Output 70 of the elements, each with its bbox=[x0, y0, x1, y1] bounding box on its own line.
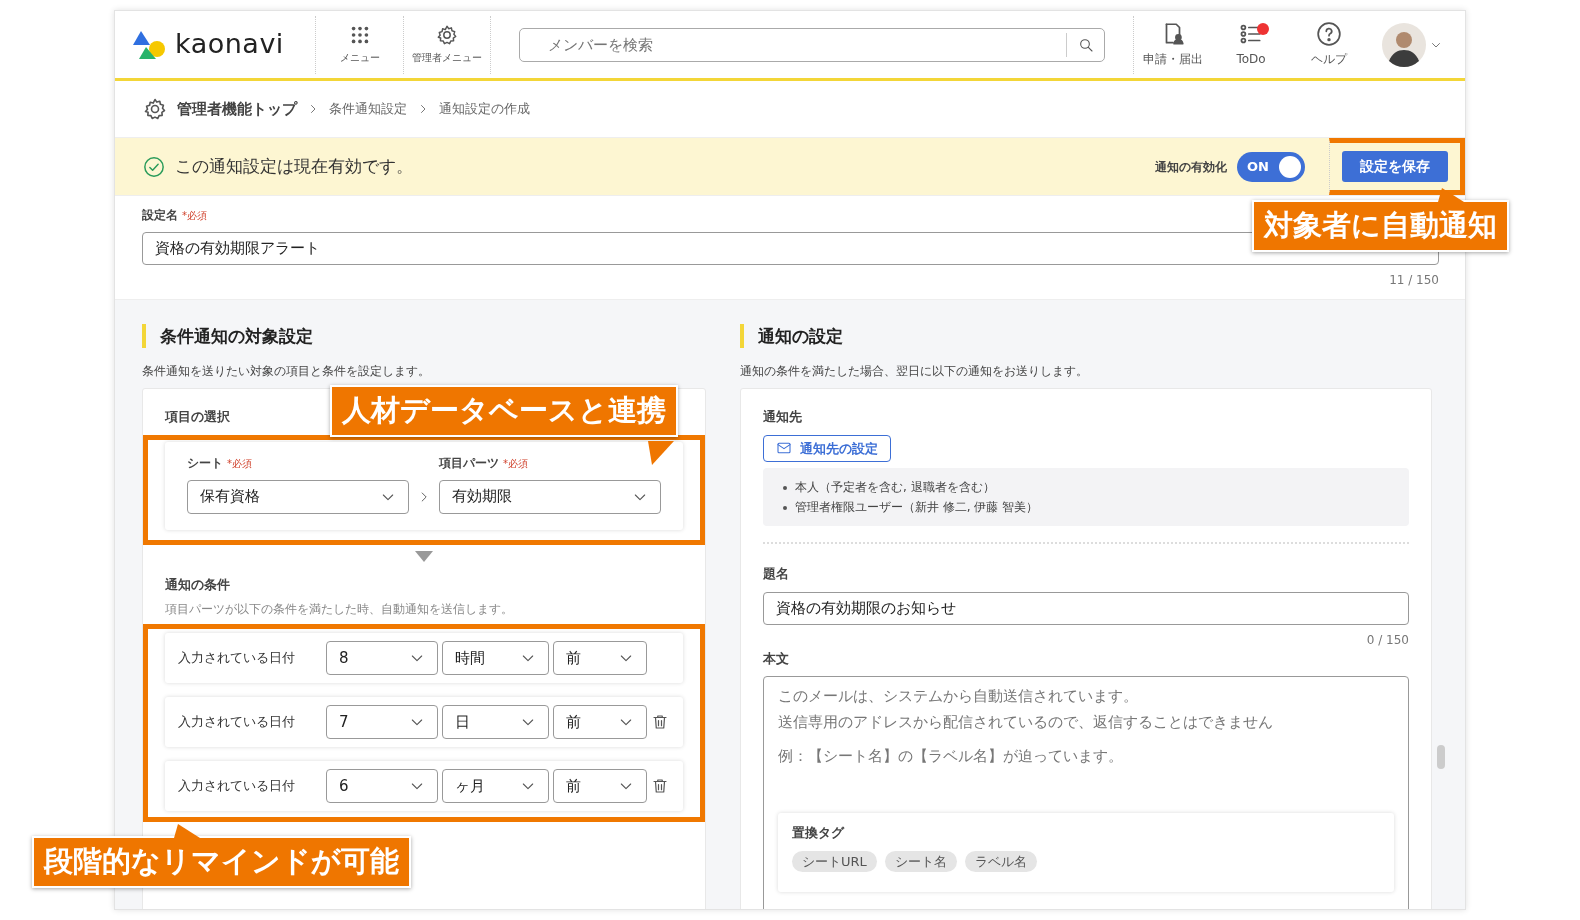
section-description: 通知の条件を満たした場合、翌日に以下の通知をお送りします。 bbox=[740, 363, 1089, 380]
select-field[interactable]: 7 bbox=[326, 705, 438, 739]
nav-button[interactable]: メニュー bbox=[315, 15, 403, 74]
select-field[interactable]: ヶ月 bbox=[442, 769, 549, 803]
field-label: 項目の選択 bbox=[165, 408, 230, 426]
select-field[interactable]: 6 bbox=[326, 769, 438, 803]
nav-button[interactable]: 管理者メニュー bbox=[403, 15, 491, 74]
character-counter: 0 / 150 bbox=[1365, 631, 1409, 649]
tag-chip[interactable]: シート名 bbox=[884, 850, 957, 872]
help-icon bbox=[1316, 21, 1342, 47]
field-label: 題名 bbox=[763, 565, 790, 583]
field-label: 通知先 bbox=[763, 408, 803, 426]
check-circle-icon bbox=[143, 155, 165, 178]
tag-chip[interactable]: シートURL bbox=[792, 850, 877, 872]
bullet-icon bbox=[783, 486, 787, 490]
field-label: 項目パーツ *必須 bbox=[438, 454, 529, 472]
toggle-switch[interactable]: ON bbox=[1237, 151, 1305, 182]
breadcrumb-link[interactable]: 通知設定の作成 bbox=[439, 99, 530, 119]
field-label: 置換タグ bbox=[792, 824, 846, 842]
recipient-item: 管理者権限ユーザー（新井 修二, 伊藤 智美） bbox=[781, 497, 1391, 517]
section-title: 通知の設定 bbox=[740, 324, 1432, 348]
down-triangle-icon bbox=[415, 551, 433, 563]
character-counter: 11 / 150 bbox=[1388, 272, 1439, 289]
trash-icon[interactable] bbox=[651, 713, 669, 731]
gear-icon bbox=[436, 24, 458, 46]
callout-label: 人材データベースと連携 bbox=[330, 385, 678, 437]
condition-label: 入力されている日付 bbox=[178, 649, 296, 668]
field-label: シート *必須 bbox=[187, 454, 253, 472]
select-field[interactable]: 時間 bbox=[442, 641, 549, 675]
select-field[interactable]: 前 bbox=[553, 705, 647, 739]
field-label: 設定名 *必須 bbox=[142, 207, 208, 224]
select-field[interactable]: 前 bbox=[553, 769, 647, 803]
toolbar-button[interactable]: 申請・届出 bbox=[1134, 15, 1212, 74]
field-label: 本文 bbox=[763, 649, 790, 668]
placeholder-text: 送信専用のアドレスから配信されているので、返信することはできません bbox=[778, 712, 1273, 733]
gear-icon bbox=[143, 97, 167, 121]
recipient-item: 本人（予定者を含む, 退職者を含む） bbox=[781, 477, 1391, 497]
field-label: 通知の条件 bbox=[165, 575, 230, 594]
select-field[interactable]: 日 bbox=[442, 705, 549, 739]
input-field[interactable]: 資格の有効期限のお知らせ bbox=[763, 591, 1409, 625]
placeholder-text: 例：【シート名】の【ラベル名】が迫っています。 bbox=[778, 746, 1123, 767]
bullet-icon bbox=[783, 506, 787, 510]
breadcrumb-link[interactable]: 管理者機能トップ bbox=[177, 97, 297, 121]
search-icon[interactable] bbox=[1077, 36, 1094, 53]
toggle-label: 通知の有効化 bbox=[1155, 158, 1227, 176]
trash-icon[interactable] bbox=[651, 777, 669, 795]
callout-pointer bbox=[648, 441, 674, 465]
status-message: この通知設定は現在有効です。 bbox=[175, 154, 413, 178]
text-area[interactable]: このメールは、システムから自動送信されています。 送信専用のアドレスから配信されているので、返信することはできません 例：【シート名】の【ラベル名】が迫っています。 置換タグ シートURL シート名 ラベル名 bbox=[763, 676, 1409, 909]
select-field[interactable]: 保有資格 bbox=[187, 479, 410, 514]
save-button[interactable]: 設定を保存 bbox=[1342, 151, 1448, 182]
search-field[interactable]: メンバーを検索 bbox=[519, 27, 1105, 62]
scrollbar-thumb[interactable] bbox=[1437, 745, 1445, 769]
recipients-button[interactable]: 通知先の設定 bbox=[763, 434, 891, 462]
placeholder-text: このメールは、システムから自動送信されています。 bbox=[778, 686, 1138, 707]
condition-label: 入力されている日付 bbox=[178, 713, 296, 732]
breadcrumb-link[interactable]: 条件通知設定 bbox=[329, 99, 407, 119]
hint-text: 項目パーツが以下の条件を満たした時、自動通知を送信します。 bbox=[165, 601, 514, 618]
avatar[interactable] bbox=[1382, 22, 1426, 67]
toolbar-button[interactable]: ToDo bbox=[1212, 15, 1290, 74]
section-title: 条件通知の対象設定 bbox=[142, 324, 706, 348]
section-description: 条件通知を送りたい対象の項目と条件を設定します。 bbox=[142, 363, 431, 380]
callout-pointer bbox=[174, 824, 200, 838]
select-field[interactable]: 有効期限 bbox=[438, 479, 661, 514]
select-field[interactable]: 8 bbox=[326, 641, 438, 675]
select-field[interactable]: 前 bbox=[553, 641, 647, 675]
logo-text: kaonavi bbox=[175, 27, 284, 62]
toolbar-button[interactable]: ヘルプ bbox=[1290, 15, 1368, 74]
tag-chip[interactable]: ラベル名 bbox=[964, 850, 1037, 872]
condition-label: 入力されている日付 bbox=[178, 777, 296, 796]
